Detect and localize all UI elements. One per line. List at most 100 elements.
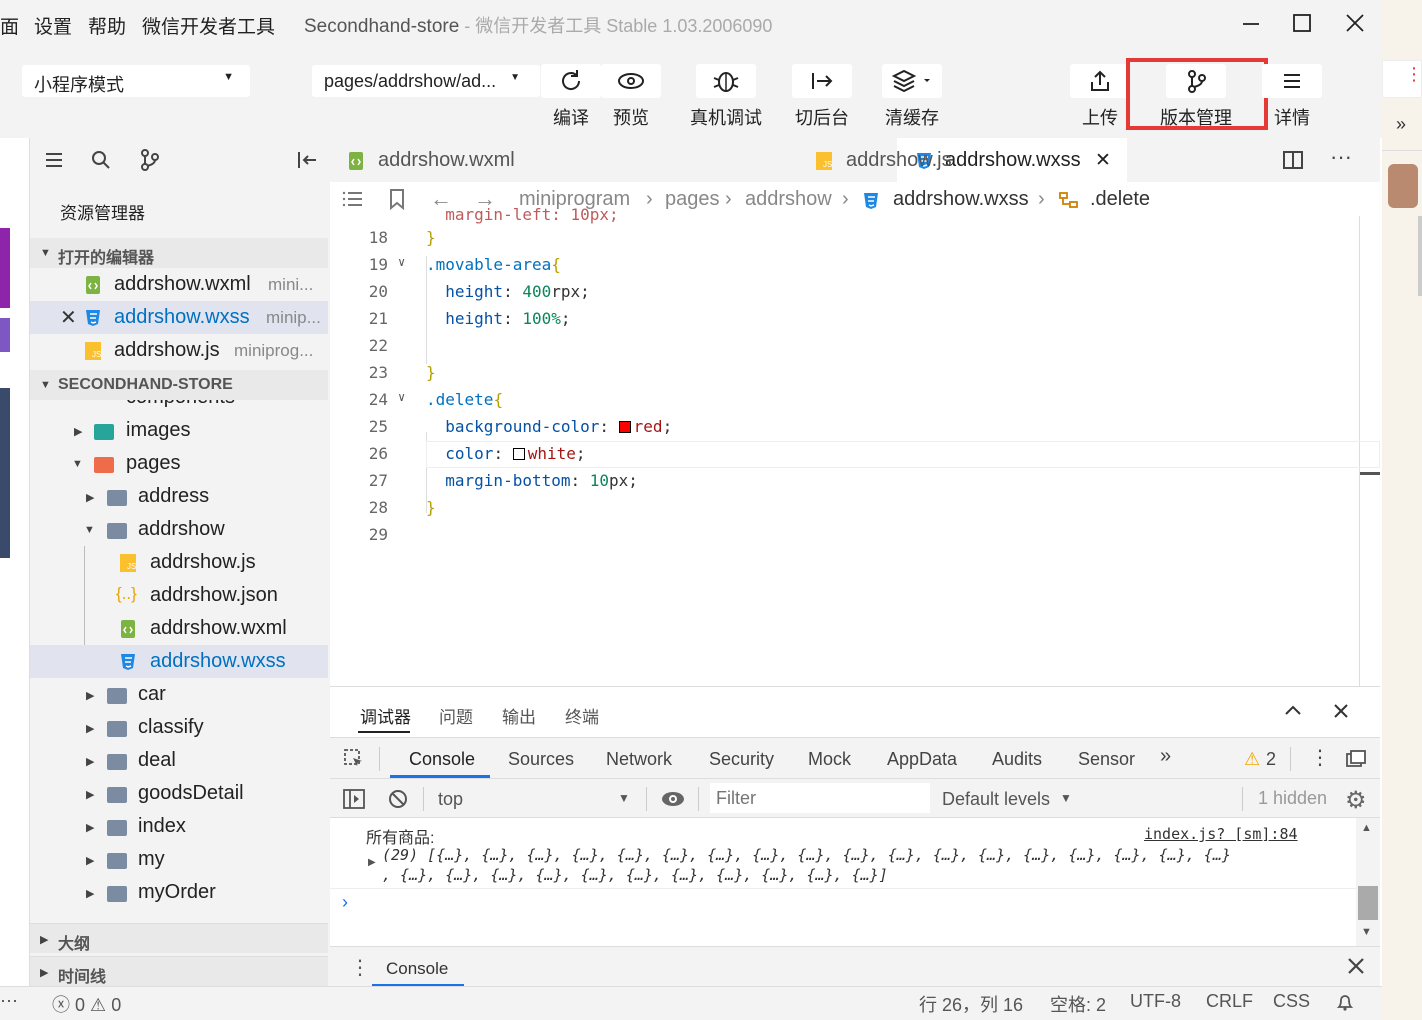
tree-folder-item[interactable]: ▶ goodsDetail <box>30 777 328 810</box>
panel-tab-problems[interactable]: 问题 <box>439 703 473 728</box>
fold-chevron-icon[interactable]: ∨ <box>398 390 405 404</box>
mode-select[interactable]: 小程序模式 ▼ <box>22 65 250 97</box>
close-drawer-icon[interactable] <box>1346 956 1366 976</box>
bookmark-icon[interactable] <box>389 188 405 210</box>
more-actions-icon[interactable]: ··· <box>1330 144 1352 170</box>
console-prompt-icon[interactable]: › <box>342 892 348 913</box>
eol-setting[interactable]: CRLF <box>1206 991 1253 1012</box>
open-editor-item[interactable]: addrshow.wxml mini... <box>30 268 328 301</box>
menu-help[interactable]: 帮助 <box>88 12 126 39</box>
details-button[interactable] <box>1262 64 1322 98</box>
close-icon[interactable]: ✕ <box>1095 149 1111 172</box>
dock-icon[interactable] <box>1345 749 1367 769</box>
kebab-menu-icon[interactable]: ⋮ <box>1405 64 1422 85</box>
tree-folder-item[interactable]: ▶ classify <box>30 711 328 744</box>
compile-button[interactable] <box>541 64 601 98</box>
console-filter-input[interactable] <box>710 783 930 813</box>
background-button[interactable] <box>792 64 852 98</box>
devtools-tab-audits[interactable]: Audits <box>992 749 1042 770</box>
breadcrumb-item[interactable]: .delete <box>1090 188 1150 211</box>
menu-devtools[interactable]: 微信开发者工具 <box>142 12 275 39</box>
outline-section[interactable]: ▶ 大纲 <box>30 923 328 953</box>
drawer-kebab-icon[interactable]: ⋮ <box>350 955 370 980</box>
context-select[interactable]: top ▼ <box>430 783 638 815</box>
close-icon[interactable]: ✕ <box>60 305 77 330</box>
tree-item-images[interactable]: ▶ images <box>30 414 328 447</box>
fold-chevron-icon[interactable]: ∨ <box>398 255 405 269</box>
console-scrollbar[interactable]: ▲ ▼ <box>1356 818 1380 946</box>
tree-file-item[interactable]: addrshow.wxml <box>30 612 328 645</box>
tree-file-item[interactable]: {..} addrshow.json <box>30 579 328 612</box>
devtools-tab-appdata[interactable]: AppData <box>887 749 957 770</box>
tree-file-item-selected[interactable]: addrshow.wxss <box>30 645 328 678</box>
tab-addrshow-js[interactable]: JS addrshow.js <box>816 138 1016 182</box>
minimize-button[interactable] <box>1236 8 1266 38</box>
tree-folder-item[interactable]: ▶ my <box>30 843 328 876</box>
close-window-button[interactable] <box>1340 8 1370 38</box>
open-editors-section[interactable]: ▼ 打开的编辑器 <box>30 238 328 268</box>
breadcrumb-item[interactable]: pages <box>665 188 720 211</box>
remote-debug-button[interactable] <box>696 64 756 98</box>
indentation-setting[interactable]: 空格: 2 <box>1050 991 1106 1017</box>
more-dots-icon[interactable]: ··· <box>0 990 18 1011</box>
scroll-down-icon[interactable]: ▼ <box>1361 926 1372 938</box>
inspect-element-icon[interactable] <box>343 748 365 770</box>
devtools-tab-mock[interactable]: Mock <box>808 749 851 770</box>
breadcrumb-item[interactable]: addrshow.wxss <box>893 188 1029 211</box>
panel-tab-debugger[interactable]: 调试器 <box>360 703 411 728</box>
tree-folder-item[interactable]: ▶ index <box>30 810 328 843</box>
panel-tab-terminal[interactable]: 终端 <box>565 703 599 728</box>
devtools-tab-network[interactable]: Network <box>606 749 672 770</box>
timeline-section[interactable]: ▶ 时间线 <box>30 956 328 986</box>
scroll-up-icon[interactable]: ▲ <box>1361 822 1372 834</box>
color-swatch[interactable] <box>618 421 631 433</box>
kebab-menu-icon[interactable]: ⋮ <box>1310 745 1330 770</box>
sidebar-toggle-icon[interactable] <box>343 789 365 809</box>
upload-button[interactable] <box>1070 64 1130 98</box>
eye-icon[interactable] <box>660 788 686 810</box>
clear-cache-button[interactable] <box>882 64 942 98</box>
more-chevron-icon[interactable]: » <box>1396 114 1406 135</box>
expand-arrow-icon[interactable]: ▶ <box>368 857 376 868</box>
clear-console-icon[interactable] <box>387 788 409 810</box>
tree-item-components[interactable]: components <box>30 400 328 414</box>
collapse-sidebar-icon[interactable] <box>296 150 318 170</box>
preview-button[interactable] <box>601 64 661 98</box>
bell-icon[interactable] <box>1335 991 1355 1013</box>
tree-item-address[interactable]: ▶ address <box>30 480 328 513</box>
log-source-link[interactable]: index.js? [sm]:84 <box>1144 825 1298 843</box>
devtools-tab-sources[interactable]: Sources <box>508 749 574 770</box>
tree-file-item[interactable]: JS addrshow.js <box>30 546 328 579</box>
tab-addrshow-wxml[interactable]: addrshow.wxml <box>348 138 568 182</box>
close-panel-icon[interactable] <box>1331 701 1351 721</box>
tree-folder-item[interactable]: ▶ deal <box>30 744 328 777</box>
devtools-tab-sensor[interactable]: Sensor <box>1078 749 1135 770</box>
menu-settings[interactable]: 设置 <box>34 12 72 39</box>
tree-folder-item[interactable]: ▶ car <box>30 678 328 711</box>
cursor-position[interactable]: 行 26，列 16 <box>919 991 1023 1017</box>
open-editor-item-active[interactable]: ✕ addrshow.wxss minip... <box>30 301 328 334</box>
branch-icon[interactable] <box>140 149 160 171</box>
search-icon[interactable] <box>91 150 111 170</box>
more-tabs-button[interactable]: » <box>1160 745 1171 768</box>
open-editor-item[interactable]: JS addrshow.js miniprog... <box>30 334 328 367</box>
encoding-setting[interactable]: UTF-8 <box>1130 991 1181 1012</box>
log-levels-select[interactable]: Default levels ▼ <box>936 783 1076 815</box>
console-settings-gear-icon[interactable]: ⚙ <box>1345 786 1367 815</box>
project-section[interactable]: ▼ SECONDHAND-STORE <box>30 370 328 400</box>
scrollbar-thumb[interactable] <box>1358 886 1378 920</box>
menu-view[interactable]: 面 <box>0 12 19 39</box>
devtools-tab-security[interactable]: Security <box>709 749 774 770</box>
errors-indicator[interactable]: ⓧ 0 ⚠ 0 <box>52 991 121 1017</box>
breadcrumb-item[interactable]: addrshow <box>745 188 832 211</box>
language-mode[interactable]: CSS <box>1273 991 1310 1012</box>
tree-item-pages[interactable]: ▼ pages <box>30 447 328 480</box>
tree-item-addrshow[interactable]: ▼ addrshow <box>30 513 328 546</box>
page-path-select[interactable]: pages/addrshow/ad... ▼ <box>312 65 540 97</box>
chevron-up-icon[interactable] <box>1283 701 1303 721</box>
split-editor-icon[interactable] <box>1282 150 1304 170</box>
maximize-button[interactable] <box>1287 8 1317 38</box>
panel-tab-output[interactable]: 输出 <box>502 703 536 728</box>
list-icon[interactable] <box>44 150 64 170</box>
log-array-line[interactable]: (29) [{…}, {…}, {…}, {…}, {…}, {…}, {…},… <box>382 846 1231 864</box>
